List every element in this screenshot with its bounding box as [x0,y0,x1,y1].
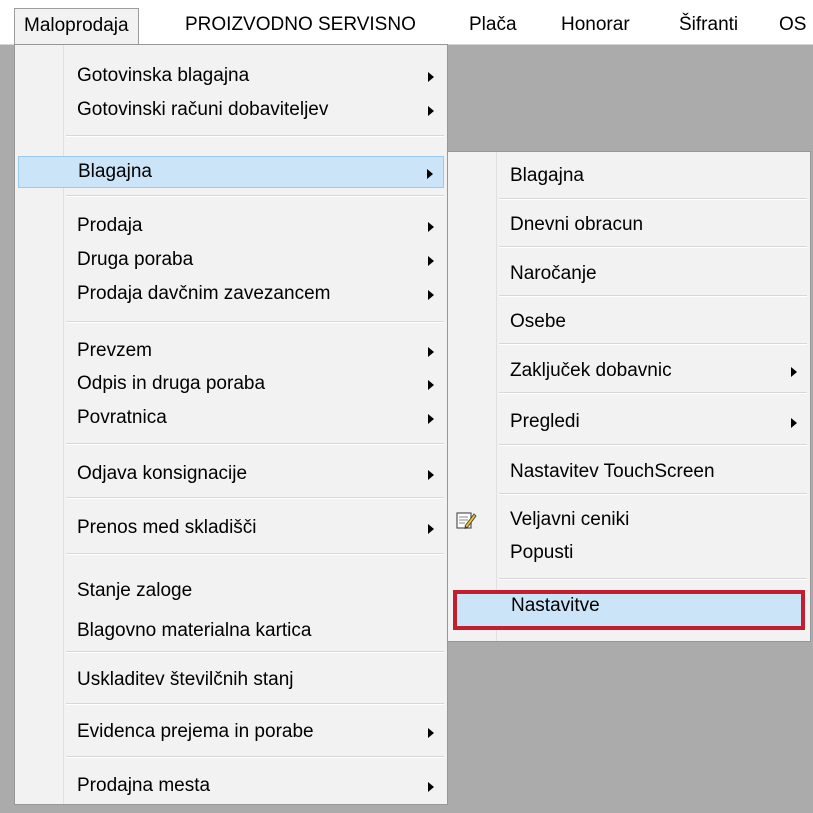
menu-item-label: Odpis in druga poraba [77,373,266,394]
submenu-arrow-icon [428,470,434,480]
menu-separator [499,198,807,200]
menu-separator [66,443,444,445]
submenu-arrow-icon [428,72,434,82]
submenu-arrow-icon [427,169,433,179]
menu-item-povratnica[interactable]: Povratnica [18,402,444,434]
menu-item-label: Naročanje [510,263,597,284]
menu-separator [66,497,444,499]
submenu-item-zakljucek-dobavnic[interactable]: Zaključek dobavnic [451,355,807,387]
menu-item-label: Gotovinski računi dobaviteljev [77,99,329,120]
menu-separator [66,195,444,197]
menu-item-label: Povratnica [77,407,167,428]
menu-item-prenos[interactable]: Prenos med skladišči [18,512,444,544]
menu-honorar[interactable]: Honorar [552,8,639,44]
menu-separator [66,651,444,653]
menu-item-prodaja[interactable]: Prodaja [18,210,444,242]
menu-bar: Maloprodaja PROIZVODNO SERVISNO Plača Ho… [0,0,813,45]
submenu-arrow-icon [791,418,797,428]
submenu-arrow-icon [428,414,434,424]
menu-item-label: Veljavni ceniki [510,509,630,530]
submenu-arrow-icon [428,290,434,300]
menu-item-label: Gotovinska blagajna [77,65,250,86]
menu-item-gotovinska-blagajna[interactable]: Gotovinska blagajna [18,60,444,92]
edit-document-icon [456,512,477,529]
menu-item-prodajna-mesta[interactable]: Prodajna mesta [18,770,444,802]
submenu-item-narocanje[interactable]: Naročanje [451,258,807,290]
menu-os[interactable]: OS [770,8,813,44]
submenu-arrow-icon [428,782,434,792]
menu-placa[interactable]: Plača [460,8,526,44]
menu-separator [499,392,807,394]
menu-item-prevzem[interactable]: Prevzem [18,335,444,367]
menu-separator [66,321,444,323]
submenu-item-nastavitve[interactable]: Nastavitve [453,590,805,630]
menu-item-label: Prodajna mesta [77,775,211,796]
menu-separator [66,756,444,758]
menu-item-label: Pregledi [510,411,580,432]
menu-item-label: Odjava konsignacije [77,463,248,484]
menu-separator [66,553,444,555]
menu-separator [499,295,807,297]
menu-separator [499,246,807,248]
menu-item-label: Nastavitve [511,595,600,616]
menu-item-label: Stanje zaloge [77,580,193,601]
menu-item-label: Osebe [510,311,566,332]
menu-item-blagajna[interactable]: Blagajna [18,156,444,188]
submenu-arrow-icon [428,256,434,266]
submenu-item-popusti[interactable]: Popusti [451,537,807,569]
menu-separator [499,343,807,345]
menu-item-label: Blagajna [510,165,584,186]
menu-item-label: Nastavitev TouchScreen [510,461,715,482]
submenu-arrow-icon [428,222,434,232]
menu-item-evidenca[interactable]: Evidenca prejema in porabe [18,716,444,748]
menu-separator [499,444,807,446]
menu-item-label: Prodaja [77,215,143,236]
menu-item-label: Evidenca prejema in porabe [77,721,314,742]
maloprodaja-dropdown: Gotovinska blagajna Gotovinski računi do… [14,44,448,805]
menu-proizvodno-servisno[interactable]: PROIZVODNO SERVISNO [176,8,425,44]
menu-item-label: Blagajna [78,161,152,182]
submenu-item-osebe[interactable]: Osebe [451,306,807,338]
submenu-item-veljavni-ceniki[interactable]: Veljavni ceniki [451,504,807,536]
menu-item-label: Prenos med skladišči [77,517,257,538]
menu-item-prodaja-davcnim[interactable]: Prodaja davčnim zavezancem [18,278,444,310]
menu-item-odpis[interactable]: Odpis in druga poraba [18,368,444,400]
submenu-arrow-icon [428,524,434,534]
menu-item-blagovno-materialna[interactable]: Blagovno materialna kartica [18,615,444,647]
menu-item-stanje-zaloge[interactable]: Stanje zaloge [18,575,444,607]
menu-item-odjava-konsignacije[interactable]: Odjava konsignacije [18,458,444,490]
menu-item-uskladitev[interactable]: Uskladitev številčnih stanj [18,664,444,696]
menu-item-label: Uskladitev številčnih stanj [77,669,294,690]
submenu-item-blagajna[interactable]: Blagajna [451,160,807,192]
menu-separator [66,703,444,705]
menu-item-label: Dnevni obracun [510,214,644,235]
menu-item-gotovinski-racuni[interactable]: Gotovinski računi dobaviteljev [18,94,444,126]
menu-item-druga-poraba[interactable]: Druga poraba [18,244,444,276]
menu-separator [499,578,807,580]
menu-separator [499,493,807,495]
menu-item-label: Popusti [510,542,574,563]
submenu-item-pregledi[interactable]: Pregledi [451,406,807,438]
menu-item-label: Blagovno materialna kartica [77,620,312,641]
menu-item-label: Zaključek dobavnic [510,360,672,381]
menu-item-label: Prevzem [77,340,152,361]
submenu-item-dnevni-obracun[interactable]: Dnevni obracun [451,209,807,241]
submenu-item-nastavitev-touchscreen[interactable]: Nastavitev TouchScreen [451,456,807,488]
submenu-arrow-icon [428,347,434,357]
submenu-arrow-icon [791,367,797,377]
menu-item-label: Druga poraba [77,249,194,270]
blagajna-submenu: Blagajna Dnevni obracun Naročanje Osebe … [447,151,811,642]
submenu-arrow-icon [428,380,434,390]
menu-maloprodaja[interactable]: Maloprodaja [14,8,139,44]
menu-item-label: Prodaja davčnim zavezancem [77,283,331,304]
submenu-arrow-icon [428,106,434,116]
menu-separator [66,135,444,137]
menu-sifranti[interactable]: Šifranti [670,8,747,44]
submenu-arrow-icon [428,728,434,738]
